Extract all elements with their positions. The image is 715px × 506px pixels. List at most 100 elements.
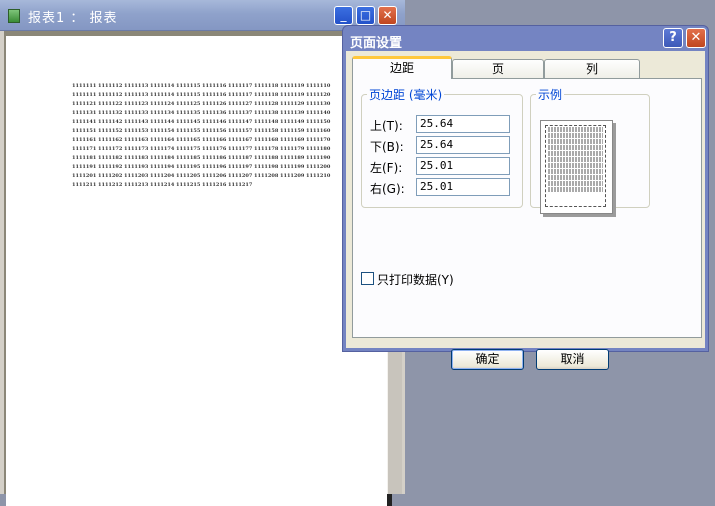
report-cell: 1111181 (72, 155, 97, 161)
report-cell: 1111214 (150, 182, 175, 188)
margin-top-label: 上(T): (370, 119, 403, 133)
report-cell: 1111170 (306, 137, 331, 143)
report-cell: 1111196 (202, 164, 227, 170)
report-cell: 1111142 (98, 119, 123, 125)
sample-line (548, 127, 603, 132)
sample-line (548, 187, 603, 192)
margin-left-label: 左(F): (370, 161, 403, 175)
report-cell: 1111175 (176, 146, 201, 152)
report-cell: 1111195 (176, 164, 201, 170)
sample-line (548, 175, 603, 180)
margin-left-input[interactable]: 25.01 (416, 157, 510, 175)
sample-margin-box (545, 125, 606, 207)
report-cell: 1111189 (280, 155, 305, 161)
report-cell: 1111140 (306, 110, 331, 116)
report-cell: 1111116 (202, 92, 227, 98)
report-cell: 1111121 (72, 101, 97, 107)
report-cell: 1111159 (280, 128, 305, 134)
sample-line (548, 181, 603, 186)
report-cell: 1111131 (72, 110, 97, 116)
report-cell: 1111122 (98, 101, 123, 107)
report-cell: 1111112 (98, 83, 123, 89)
report-cell: 1111194 (150, 164, 175, 170)
report-cell: 1111202 (98, 173, 123, 179)
report-cell: 1111138 (254, 110, 279, 116)
sample-line (548, 163, 603, 168)
sample-line (548, 139, 603, 144)
report-cell: 1111197 (228, 164, 253, 170)
report-cell: 1111127 (228, 101, 253, 107)
ok-button[interactable]: 确定 (451, 349, 524, 370)
report-app-icon (8, 9, 20, 23)
report-cell: 1111154 (150, 128, 175, 134)
report-page: 1111111 1111112 1111113 1111114 1111115 11111… (6, 36, 392, 506)
report-cell: 1111210 (306, 173, 331, 179)
report-cell: 1111114 (150, 92, 175, 98)
report-cell: 1111145 (176, 119, 201, 125)
report-cell: 1111204 (150, 173, 175, 179)
report-cell: 1111132 (98, 110, 123, 116)
report-cell: 1111174 (150, 146, 175, 152)
report-cell: 1111149 (280, 119, 305, 125)
report-cell: 1111139 (280, 110, 305, 116)
report-cell: 1111163 (124, 137, 149, 143)
minimize-button[interactable]: _ (334, 6, 353, 25)
report-cell: 1111152 (98, 128, 123, 134)
help-button[interactable]: ? (663, 28, 683, 48)
report-cell: 1111217 (228, 182, 253, 188)
report-cell: 1111137 (228, 110, 253, 116)
report-cell: 1111130 (306, 101, 331, 107)
sample-line (548, 133, 603, 138)
tab-column[interactable]: 列 (544, 59, 640, 78)
report-cell: 1111111 (72, 92, 97, 98)
maximize-button[interactable]: □ (356, 6, 375, 25)
report-cell: 1111153 (124, 128, 149, 134)
report-cell: 1111198 (254, 164, 279, 170)
report-cell: 1111207 (228, 173, 253, 179)
report-cell: 1111143 (124, 119, 149, 125)
report-cell: 1111114 (150, 83, 175, 89)
report-cell: 1111182 (98, 155, 123, 161)
report-cell: 1111208 (254, 173, 279, 179)
cancel-button[interactable]: 取消 (536, 349, 609, 370)
print-data-only-label[interactable]: 只打印数据(Y) (377, 271, 454, 288)
report-cell: 1111211 (72, 182, 97, 188)
report-cell: 1111165 (176, 137, 201, 143)
print-data-only-checkbox[interactable] (361, 272, 374, 285)
report-cell: 1111178 (254, 146, 279, 152)
report-close-button[interactable]: ✕ (378, 6, 397, 25)
report-cell: 1111115 (176, 92, 201, 98)
report-cell: 1111200 (306, 164, 331, 170)
report-cell: 1111193 (124, 164, 149, 170)
sample-line (548, 157, 603, 162)
report-cell: 1111164 (150, 137, 175, 143)
margins-tab-panel: 页边距 (毫米) 上(T): 25.64 下(B): 25.64 左(F): 2… (352, 78, 702, 338)
dialog-title: 页面设置 (350, 36, 403, 51)
margin-right-label: 右(G): (370, 182, 405, 196)
report-cell: 1111176 (202, 146, 227, 152)
margin-top-input[interactable]: 25.64 (416, 115, 510, 133)
report-cell: 1111111 (72, 83, 97, 89)
margin-bottom-label: 下(B): (370, 140, 404, 154)
report-cell: 1111169 (280, 137, 305, 143)
report-cell: 1111133 (124, 110, 149, 116)
report-cell: 1111150 (306, 119, 331, 125)
margin-bottom-input[interactable]: 25.64 (416, 136, 510, 154)
report-cell: 1111124 (150, 101, 175, 107)
sample-line (548, 151, 603, 156)
report-cell: 1111126 (202, 101, 227, 107)
report-cell: 1111161 (72, 137, 97, 143)
report-cell-grid: 1111111 1111112 1111113 1111114 1111115 11111… (72, 82, 332, 190)
report-cell: 1111120 (306, 92, 331, 98)
report-cell: 1111115 (176, 83, 201, 89)
tab-margins[interactable]: 边距 (352, 56, 452, 79)
report-cell: 1111155 (176, 128, 201, 134)
tab-page[interactable]: 页 (452, 59, 544, 78)
report-cell: 1111166 (202, 137, 227, 143)
report-cell: 1111171 (72, 146, 97, 152)
report-cell: 1111110 (306, 83, 331, 89)
margin-right-input[interactable]: 25.01 (416, 178, 510, 196)
dialog-close-button[interactable]: ✕ (686, 28, 706, 48)
report-cell: 1111118 (254, 83, 279, 89)
report-cell: 1111129 (280, 101, 305, 107)
